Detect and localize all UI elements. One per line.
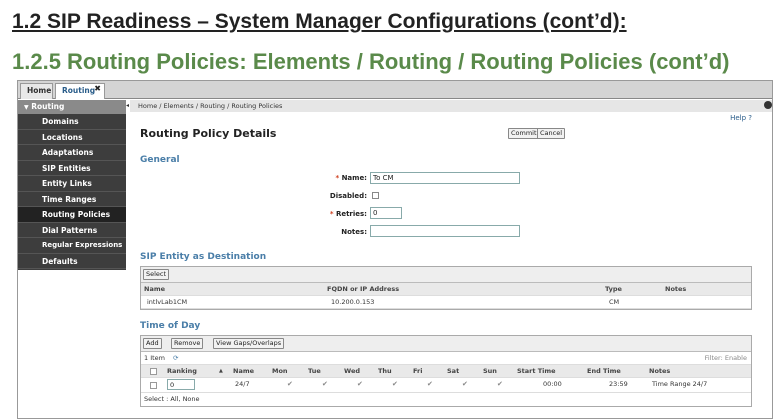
column-header[interactable]: Notes	[649, 365, 670, 378]
column-header[interactable]: Mon	[272, 365, 288, 378]
column-header[interactable]: Name	[144, 283, 165, 296]
checkmark-icon: ✔	[497, 380, 503, 388]
table-header: Ranking ▲ Name Mon Tue Wed Thu Fri Sat S…	[141, 365, 751, 378]
checkmark-icon: ✔	[462, 380, 468, 388]
sidebar-header-label: Routing	[31, 102, 65, 111]
column-header[interactable]: Fri	[413, 365, 422, 378]
tab-routing[interactable]: Routing ✖	[55, 83, 105, 99]
column-header[interactable]: FQDN or IP Address	[327, 283, 399, 296]
view-gaps-button[interactable]: View Gaps/Overlaps	[213, 338, 285, 349]
column-header[interactable]: Start Time	[517, 365, 556, 378]
breadcrumb-text: Home / Elements / Routing / Routing Poli…	[138, 102, 283, 110]
column-header[interactable]: Notes	[665, 283, 686, 296]
checkmark-icon: ✔	[427, 380, 433, 388]
sip-entity-section-title: SIP Entity as Destination	[140, 252, 267, 262]
retries-label: * Retries:	[287, 210, 367, 218]
item-count-row: 1 Item ⟳ Filter: Enable	[141, 352, 751, 365]
notes-input[interactable]	[370, 225, 520, 237]
checkmark-icon: ✔	[322, 380, 328, 388]
name-label: * Name:	[287, 174, 367, 182]
cancel-button[interactable]: Cancel	[537, 128, 566, 139]
collapse-sidebar-icon[interactable]: ◂	[126, 100, 129, 112]
time-of-day-section-title: Time of Day	[140, 321, 201, 331]
sidebar-item-sip-entities[interactable]: SIP Entities	[18, 161, 126, 176]
collapse-triangle-icon: ▼	[24, 104, 29, 111]
sidebar-item-routing-policies[interactable]: Routing Policies	[18, 207, 126, 223]
breadcrumb: ◂ Home / Elements / Routing / Routing Po…	[126, 100, 772, 112]
sidebar-item-domains[interactable]: Domains	[18, 114, 126, 130]
time-of-day-table: Add Remove View Gaps/Overlaps 1 Item ⟳ F…	[140, 335, 752, 407]
column-header[interactable]: Thu	[378, 365, 392, 378]
end-time-cell: 23:59	[609, 380, 628, 388]
sip-entity-toolbar: Select	[141, 267, 751, 283]
sidebar-item-locations[interactable]: Locations	[18, 130, 126, 145]
checkmark-icon: ✔	[392, 380, 398, 388]
settings-icon[interactable]	[764, 101, 772, 109]
sidebar-item-regular-expressions[interactable]: Regular Expressions	[18, 238, 126, 254]
time-notes-cell: Time Range 24/7	[652, 380, 708, 388]
page-title: Routing Policy Details	[140, 127, 277, 140]
sip-entity-table: Select Name FQDN or IP Address Type Note…	[140, 266, 752, 310]
sidebar-header[interactable]: ▼ Routing	[18, 100, 126, 114]
commit-button[interactable]: Commit	[508, 128, 540, 139]
tab-home[interactable]: Home	[20, 83, 53, 99]
entity-name-cell: intlvLab1CM	[147, 298, 188, 306]
select-all-none-link[interactable]: Select : All, None	[144, 393, 200, 406]
table-row[interactable]: intlvLab1CM 10.200.0.153 CM	[141, 296, 751, 309]
remove-button[interactable]: Remove	[171, 338, 204, 349]
disabled-label: Disabled:	[329, 192, 367, 200]
column-header[interactable]: Tue	[308, 365, 321, 378]
name-input[interactable]: To CM	[370, 172, 520, 184]
sidebar-item-entity-links[interactable]: Entity Links	[18, 176, 126, 192]
sidebar-item-time-ranges[interactable]: Time Ranges	[18, 192, 126, 207]
time-range-name-cell: 24/7	[235, 380, 250, 388]
help-link[interactable]: Help ?	[730, 114, 752, 122]
refresh-icon[interactable]: ⟳	[173, 352, 178, 365]
sidebar: ▼ Routing Domains Locations Adaptations …	[18, 100, 126, 270]
sidebar-item-dial-patterns[interactable]: Dial Patterns	[18, 223, 126, 238]
tab-routing-label: Routing	[62, 86, 96, 95]
retries-label-text: Retries:	[335, 210, 367, 218]
select-all-checkbox[interactable]	[150, 368, 157, 375]
table-row[interactable]: 0 24/7 ✔ ✔ ✔ ✔ ✔ ✔ ✔ 00:00 23:59 Time Ra…	[141, 378, 751, 393]
column-header[interactable]: End Time	[587, 365, 621, 378]
sidebar-item-defaults[interactable]: Defaults	[18, 254, 126, 269]
start-time-cell: 00:00	[543, 380, 562, 388]
table-header: Name FQDN or IP Address Type Notes	[141, 283, 751, 296]
sidebar-item-adaptations[interactable]: Adaptations	[18, 145, 126, 161]
type-cell: CM	[609, 298, 620, 306]
name-label-text: Name:	[341, 174, 367, 182]
fqdn-cell: 10.200.0.153	[331, 298, 375, 306]
row-checkbox[interactable]	[150, 382, 157, 389]
select-footer: Select : All, None	[141, 393, 751, 406]
column-header[interactable]: Wed	[344, 365, 360, 378]
select-button[interactable]: Select	[143, 269, 170, 280]
column-header[interactable]: Sat	[447, 365, 459, 378]
item-count: 1 Item	[144, 354, 165, 362]
column-header[interactable]: Name	[233, 365, 254, 378]
filter-enable-link[interactable]: Filter: Enable	[705, 352, 747, 365]
time-of-day-toolbar: Add Remove View Gaps/Overlaps	[141, 336, 751, 352]
add-button[interactable]: Add	[143, 338, 162, 349]
app-window: Home Routing ✖ ▼ Routing Domains Locatio…	[17, 80, 773, 419]
retries-input[interactable]: 0	[370, 207, 402, 219]
notes-label: Notes:	[341, 228, 367, 236]
disabled-checkbox[interactable]	[372, 192, 379, 199]
column-header[interactable]: Sun	[483, 365, 497, 378]
slide-title: 1.2 SIP Readiness – System Manager Confi…	[12, 10, 627, 33]
ranking-input[interactable]: 0	[167, 379, 195, 390]
general-section-title: General	[140, 155, 180, 165]
slide-subtitle: 1.2.5 Routing Policies: Elements / Routi…	[12, 49, 730, 74]
column-header[interactable]: Type	[605, 283, 622, 296]
column-header[interactable]: Ranking	[167, 365, 197, 378]
checkmark-icon: ✔	[357, 380, 363, 388]
close-icon[interactable]: ✖	[94, 82, 101, 96]
main-content: ◂ Home / Elements / Routing / Routing Po…	[126, 100, 772, 418]
tab-bar: Home Routing ✖	[18, 81, 772, 99]
checkmark-icon: ✔	[287, 380, 293, 388]
sort-icon[interactable]: ▲	[219, 365, 223, 378]
